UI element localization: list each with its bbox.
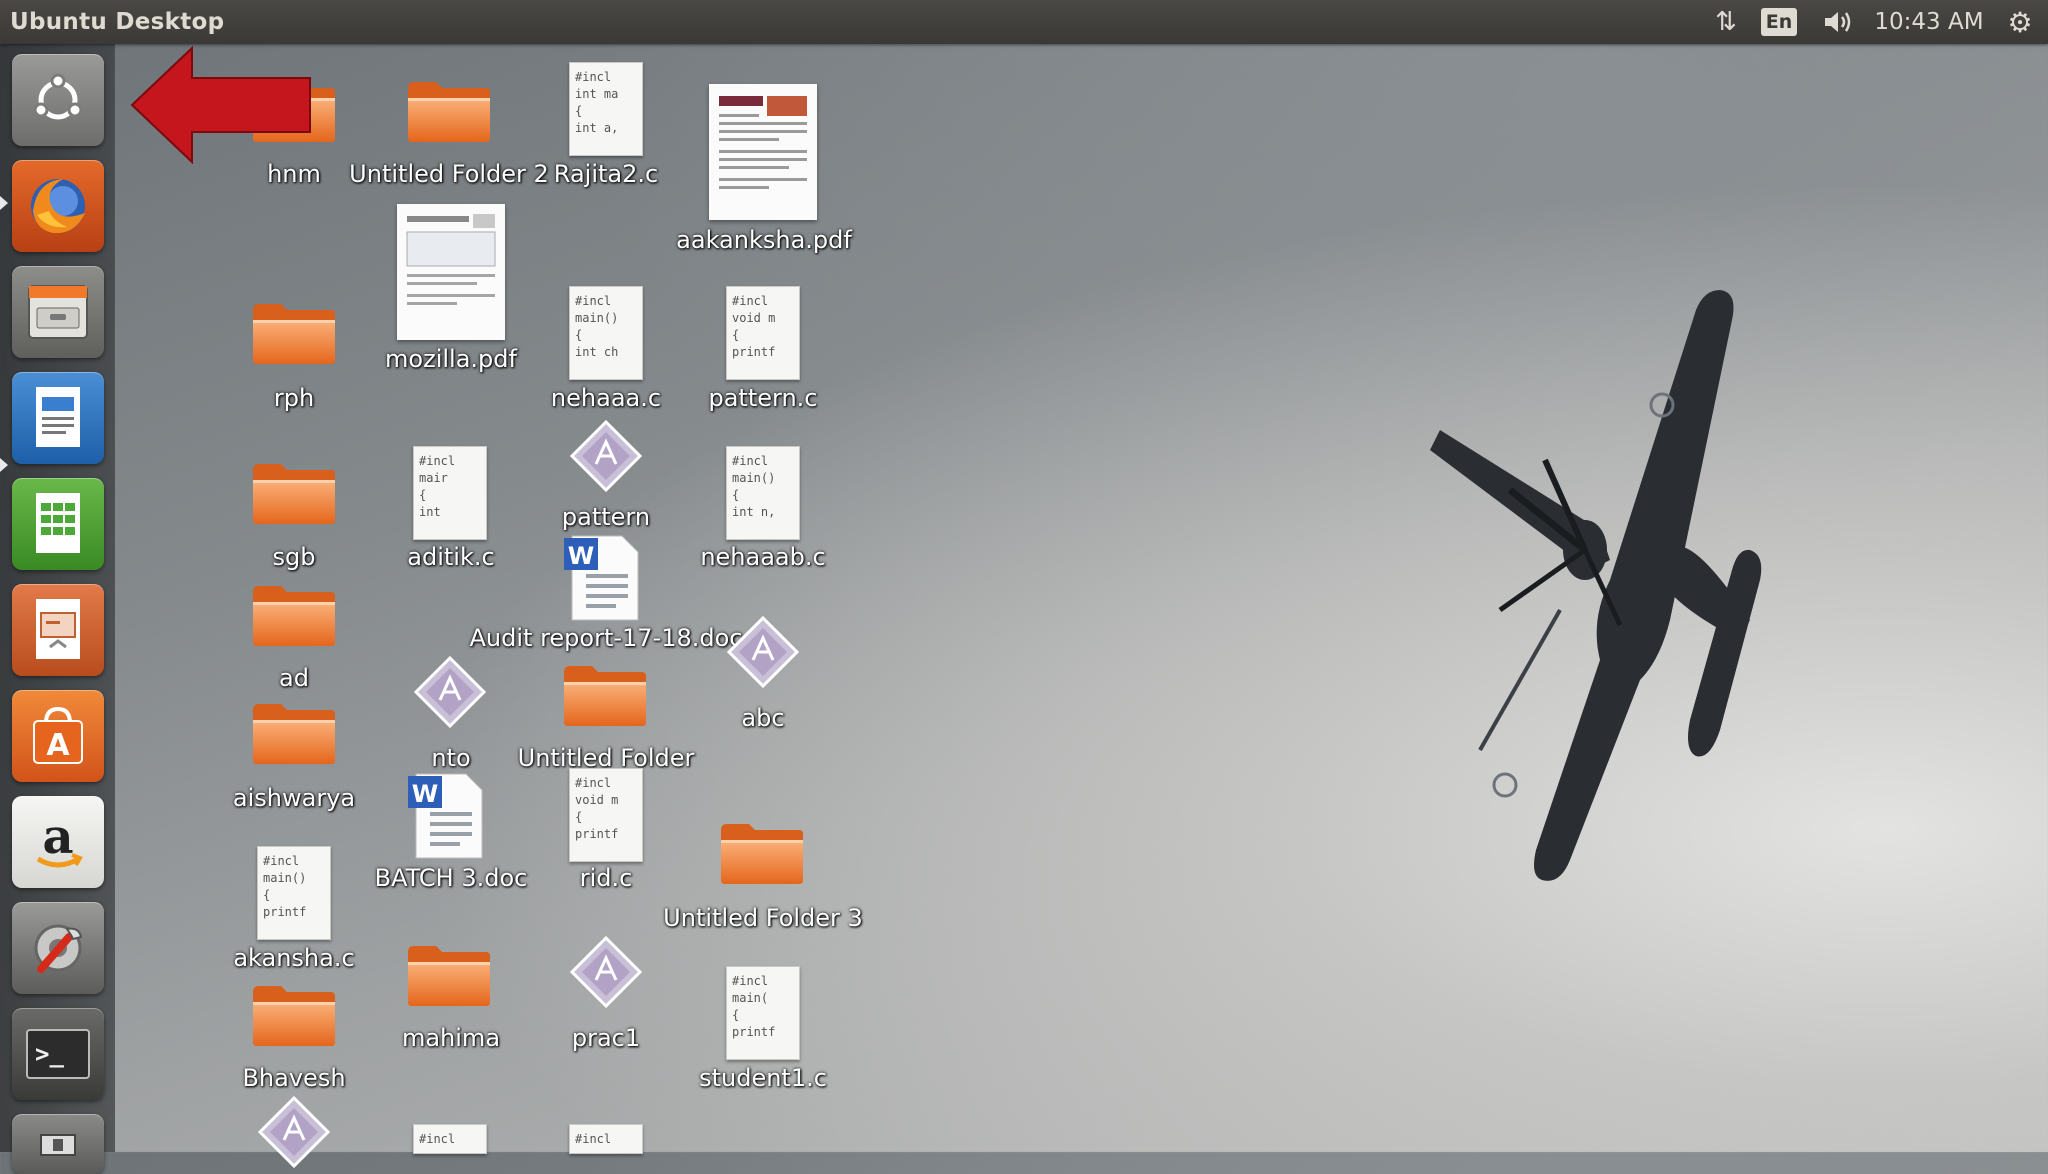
folder-icon[interactable] xyxy=(251,582,337,648)
icon-label[interactable]: Audit report-17-18.doc xyxy=(469,624,742,652)
c-source-file-icon[interactable]: #incl int ma { int a, xyxy=(569,62,643,156)
icon-label[interactable]: pattern xyxy=(562,503,650,531)
calc-button[interactable] xyxy=(12,478,104,570)
executable-file-icon[interactable] xyxy=(414,656,486,728)
c-source-file-icon[interactable]: #incl main() { int ch xyxy=(569,286,643,380)
window-title: Ubuntu Desktop xyxy=(10,9,225,35)
c-source-file-icon[interactable]: #incl xyxy=(413,1124,487,1154)
file-cabinet-icon xyxy=(28,285,88,339)
software-bag-icon: A xyxy=(33,706,83,764)
speaker-icon[interactable] xyxy=(1818,0,1858,44)
icon-label[interactable]: Untitled Folder 3 xyxy=(663,904,863,932)
word-document-icon[interactable] xyxy=(408,772,486,860)
icon-label[interactable]: abc xyxy=(741,704,784,732)
impress-button[interactable] xyxy=(12,584,104,676)
pdf-file-icon[interactable] xyxy=(397,204,505,340)
terminal-icon: >_ xyxy=(26,1029,90,1079)
svg-text:a: a xyxy=(42,809,73,865)
icon-label[interactable]: Bhavesh xyxy=(242,1064,345,1092)
folder-icon[interactable] xyxy=(719,820,805,886)
pdf-file-icon[interactable] xyxy=(709,84,817,220)
icon-label[interactable]: ad xyxy=(279,664,309,692)
executable-file-icon[interactable] xyxy=(570,420,642,492)
running-indicator xyxy=(0,458,8,472)
icon-label[interactable]: nehaaab.c xyxy=(700,543,825,571)
folder-icon[interactable] xyxy=(406,78,492,144)
icon-label[interactable]: mahima xyxy=(402,1024,500,1052)
keyboard-language-indicator[interactable]: En xyxy=(1760,0,1798,44)
terminal-button[interactable]: >_ xyxy=(12,1008,104,1100)
icon-label[interactable]: BATCH 3.doc xyxy=(375,864,528,892)
system-settings-button[interactable] xyxy=(12,902,104,994)
ubuntu-logo-icon xyxy=(33,73,83,120)
writer-document-icon xyxy=(36,387,80,447)
icon-label[interactable]: pattern.c xyxy=(708,384,817,412)
svg-text:>_: >_ xyxy=(35,1040,64,1068)
software-center-button[interactable]: A xyxy=(12,690,104,782)
impress-presentation-icon xyxy=(36,599,80,659)
icon-label[interactable]: rid.c xyxy=(580,864,633,892)
icon-label[interactable]: nehaaa.c xyxy=(551,384,661,412)
gear-icon[interactable]: ⚙ xyxy=(2002,0,2038,44)
firefox-icon xyxy=(31,179,85,234)
running-indicator xyxy=(0,196,8,210)
c-source-file-icon[interactable]: #incl xyxy=(569,1124,643,1154)
c-source-file-icon[interactable]: #incl main() { printf xyxy=(257,846,331,940)
writer-button[interactable] xyxy=(12,372,104,464)
folder-icon[interactable] xyxy=(251,300,337,366)
icon-label[interactable]: aakanksha.pdf xyxy=(676,226,852,254)
files-button[interactable] xyxy=(12,266,104,358)
icon-label[interactable]: sgb xyxy=(273,543,316,571)
icon-label[interactable]: nto xyxy=(431,744,470,772)
icon-label[interactable]: akansha.c xyxy=(233,944,354,972)
network-transfer-icon[interactable]: ⇅ xyxy=(1708,0,1744,44)
icon-label[interactable]: prac1 xyxy=(572,1024,640,1052)
icon-label[interactable]: aishwarya xyxy=(233,784,355,812)
folder-icon[interactable] xyxy=(251,982,337,1048)
executable-file-icon[interactable] xyxy=(258,1096,330,1168)
executable-file-icon[interactable] xyxy=(570,936,642,1008)
icon-label[interactable]: student1.c xyxy=(699,1064,827,1092)
icon-label[interactable]: rph xyxy=(274,384,314,412)
red-pointer-arrow xyxy=(130,46,311,164)
folder-icon[interactable] xyxy=(406,942,492,1008)
c-source-file-icon[interactable]: #incl void m { printf xyxy=(726,286,800,380)
airplane-wallpaper-image xyxy=(1430,290,1762,881)
c-source-file-icon[interactable]: #incl main() { int n, xyxy=(726,446,800,540)
amazon-logo-icon: a xyxy=(36,809,83,868)
top-panel: Ubuntu Desktop ⇅ En 10:43 AM ⚙ xyxy=(0,0,2048,44)
clock[interactable]: 10:43 AM xyxy=(1874,0,1984,44)
settings-wrench-icon xyxy=(34,924,83,973)
folder-icon[interactable] xyxy=(562,662,648,728)
icon-label[interactable]: Rajita2.c xyxy=(554,160,658,188)
amazon-button[interactable]: a xyxy=(12,796,104,888)
folder-icon[interactable] xyxy=(251,700,337,766)
executable-file-icon[interactable] xyxy=(727,616,799,688)
c-source-file-icon[interactable]: #incl main( { printf xyxy=(726,966,800,1060)
word-document-icon[interactable] xyxy=(564,534,642,622)
app-icon xyxy=(40,1134,76,1156)
firefox-button[interactable] xyxy=(12,160,104,252)
icon-label[interactable]: hnm xyxy=(267,160,321,188)
dash-home-button[interactable] xyxy=(12,54,104,146)
unity-launcher: A a >_ xyxy=(0,44,115,1174)
icon-label[interactable]: Untitled Folder 2 xyxy=(349,160,549,188)
c-source-file-icon[interactable]: #incl mair { int xyxy=(413,446,487,540)
calc-spreadsheet-icon xyxy=(36,493,80,553)
folder-icon[interactable] xyxy=(251,460,337,526)
svg-text:A: A xyxy=(46,728,70,763)
more-apps-button[interactable] xyxy=(12,1114,104,1174)
c-source-file-icon[interactable]: #incl void m { printf xyxy=(569,768,643,862)
icon-label[interactable]: mozilla.pdf xyxy=(385,345,517,373)
icon-label[interactable]: aditik.c xyxy=(407,543,494,571)
